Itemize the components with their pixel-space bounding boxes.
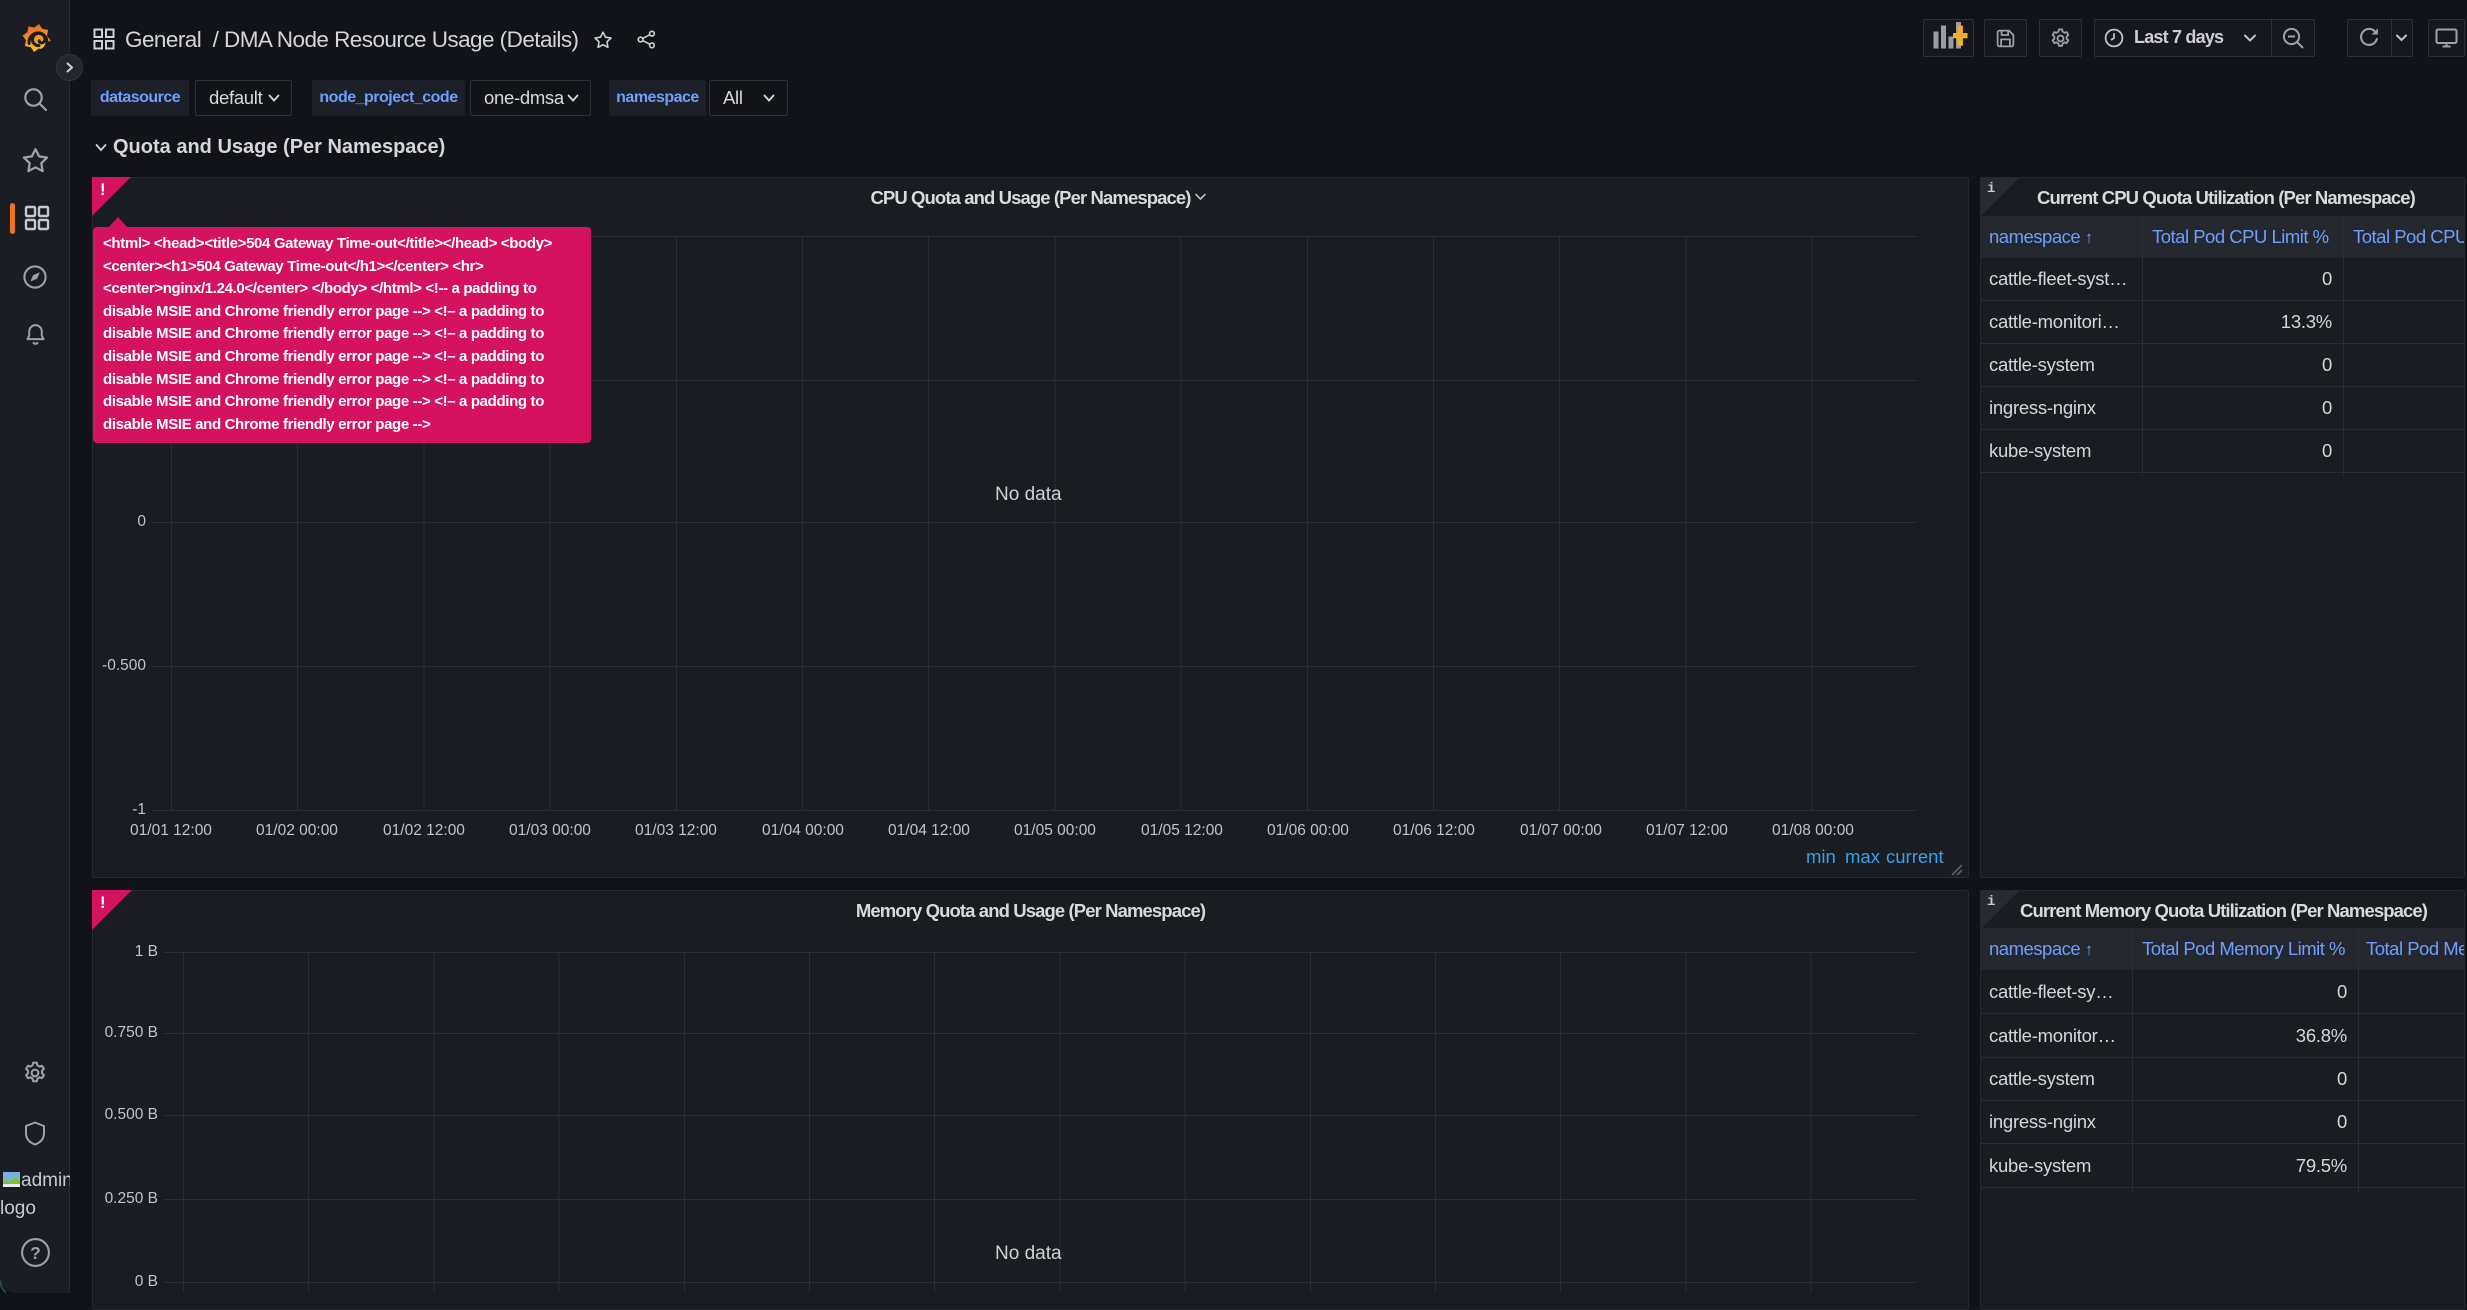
svg-text:?: ? [30,1243,41,1263]
